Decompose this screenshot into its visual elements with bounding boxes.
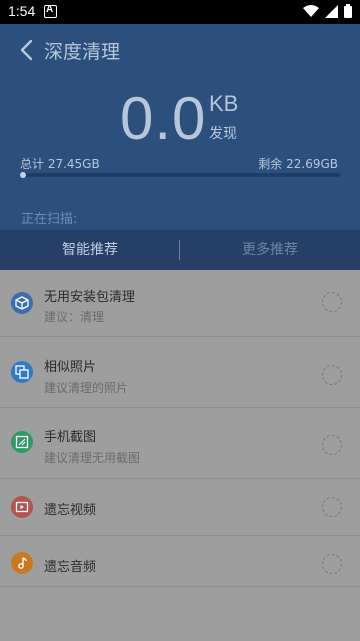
scan-summary: 深度清理 0.0 KB 发现 总计 27.45GB 剩余 22.69GB 正在扫… (0, 24, 360, 230)
list-divider (0, 586, 360, 587)
list-item-subtitle: 建议：清理 (44, 310, 105, 324)
scan-progress-thumb (20, 172, 26, 178)
found-size-unit: KB (209, 91, 239, 116)
list-item-forgotten-videos[interactable]: 遗忘视频 (0, 479, 360, 535)
list-item-subtitle: 建议清理的照片 (44, 381, 129, 395)
package-icon (11, 292, 33, 314)
status-bar: 1:54 (0, 0, 360, 24)
loading-spinner-icon (322, 497, 342, 517)
found-label: 发现 (209, 126, 237, 142)
list-item-title: 相似照片 (44, 360, 97, 375)
status-icons (303, 4, 352, 18)
screenshot-icon (11, 431, 33, 453)
found-size-value: 0.0 (120, 85, 207, 152)
scan-progress-bar (20, 172, 340, 178)
tab-more-recommend[interactable]: 更多推荐 (180, 230, 360, 270)
list-item-screenshots[interactable]: 手机截图 建议清理无用截图 (0, 408, 360, 478)
list-item-forgotten-audio[interactable]: 遗忘音频 (0, 536, 360, 596)
audio-icon (11, 552, 33, 574)
notification-icon (44, 4, 57, 18)
page-title: 深度清理 (44, 41, 121, 63)
storage-total: 总计 27.45GB (20, 157, 100, 171)
list-item-title: 遗忘视频 (44, 503, 97, 518)
photos-icon (11, 361, 33, 383)
deep-clean-screen: 深度清理 0.0 KB 发现 总计 27.45GB 剩余 22.69GB 正在扫… (0, 24, 360, 641)
tab-smart-recommend[interactable]: 智能推荐 (0, 230, 180, 270)
loading-spinner-icon (322, 435, 342, 455)
status-time: 1:54 (8, 3, 36, 19)
recommend-tabs: 智能推荐 更多推荐 (0, 230, 360, 270)
back-arrow-icon[interactable] (18, 38, 36, 62)
scanning-status: 正在扫描: (21, 212, 78, 227)
loading-spinner-icon (322, 365, 342, 385)
wifi-icon (303, 4, 319, 17)
list-item-similar-photos[interactable]: 相似照片 建议清理的照片 (0, 337, 360, 407)
loading-spinner-icon (322, 554, 342, 574)
storage-remaining: 剩余 22.69GB (258, 157, 338, 171)
list-item-title: 手机截图 (44, 430, 97, 445)
list-item-subtitle: 建议清理无用截图 (44, 451, 141, 465)
list-item-title: 无用安装包清理 (44, 290, 136, 305)
battery-icon (344, 4, 352, 18)
loading-spinner-icon (322, 292, 342, 312)
video-icon (11, 496, 33, 518)
cellular-icon (325, 4, 338, 18)
list-item-unused-packages[interactable]: 无用安装包清理 建议：清理 (0, 270, 360, 336)
list-item-title: 遗忘音频 (44, 560, 97, 575)
